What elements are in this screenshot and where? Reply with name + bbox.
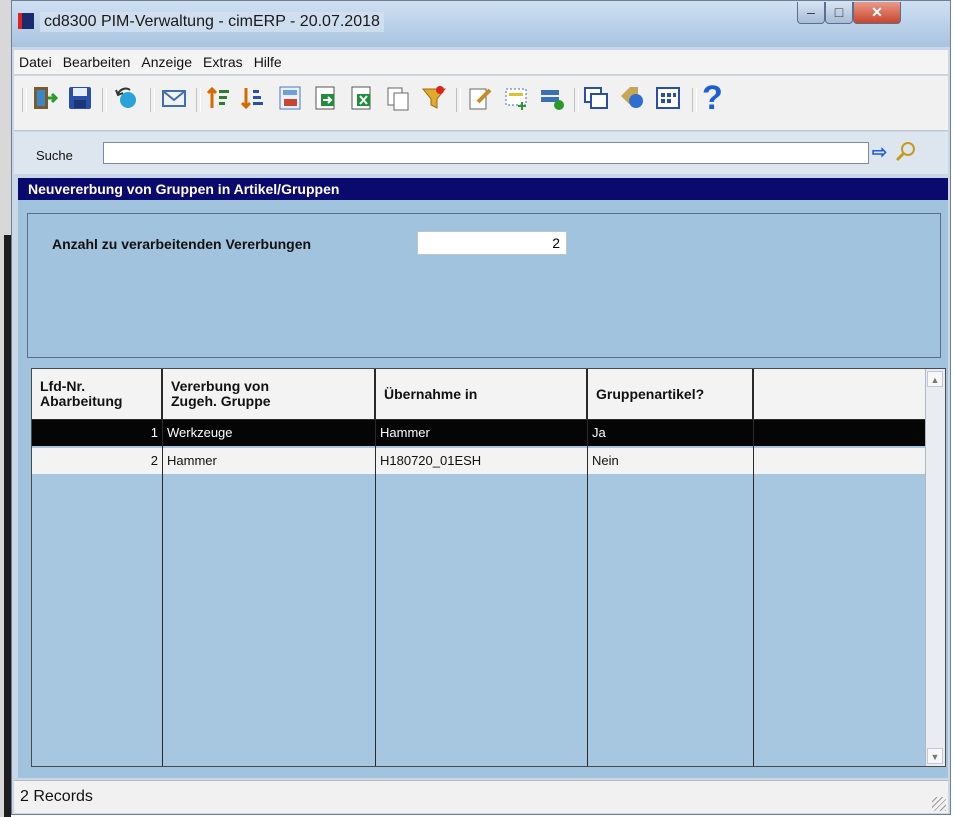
column-divider [162,419,163,766]
window-title: cd8300 PIM-Verwaltung - cimERP - 20.07.2… [40,12,384,32]
edit-icon[interactable] [466,84,494,112]
minimize-button[interactable]: – [797,2,825,24]
menu-datei[interactable]: Datei [14,50,58,70]
form-panel: Anzahl zu verarbeitenden Vererbungen [27,213,941,358]
menu-bar: Datei Bearbeiten Anzeige Extras Hilfe [14,50,948,75]
help-icon[interactable]: ? [702,79,730,117]
search-go-arrow-icon[interactable]: ⇨ [872,142,887,163]
search-magnifier-icon[interactable] [894,140,918,164]
scroll-down-icon[interactable]: ▼ [927,748,943,764]
column-header-empty[interactable] [754,369,928,419]
excel-icon[interactable] [348,84,376,112]
transfer-icon[interactable] [538,84,566,112]
maximize-button[interactable]: □ [825,2,853,24]
cell-gruppenartikel[interactable]: Ja [588,420,754,446]
windows-icon[interactable] [582,84,610,112]
status-bar: 2 Records [14,780,948,813]
toolbar-separator [196,88,201,112]
search-label: Suche [36,148,73,163]
selection-icon[interactable] [502,84,530,112]
cell-extra[interactable] [754,420,928,446]
background-strip [0,0,11,817]
toolbar-separator [102,88,107,112]
toolbar-separator [692,88,697,112]
resize-grip-icon[interactable] [932,797,946,811]
table-row[interactable]: 1 Werkzeuge Hammer Ja [32,420,926,446]
mail-icon[interactable] [160,84,188,112]
cell-gruppenartikel[interactable]: Nein [588,448,754,474]
sort-descending-icon[interactable] [238,84,266,112]
column-header-gruppenartikel[interactable]: Gruppenartikel? [588,369,754,419]
toolbar-separator [456,88,461,112]
tags-icon[interactable] [618,84,646,112]
record-count: 2 Records [20,788,93,805]
save-icon[interactable] [66,84,94,112]
background-shadow [4,235,11,817]
calculator-icon[interactable] [276,84,304,112]
count-field[interactable] [417,231,567,255]
copy-icon[interactable] [384,84,412,112]
inheritance-table: Lfd-Nr. Abarbeitung Vererbung von Zugeh.… [31,368,946,767]
app-window: cd8300 PIM-Verwaltung - cimERP - 20.07.2… [11,0,951,815]
search-input[interactable] [103,142,869,164]
cell-nr[interactable]: 2 [32,448,163,474]
rotate-icon[interactable] [112,84,140,112]
cell-uebernahme[interactable]: Hammer [376,420,588,446]
column-header-lfd-nr[interactable]: Lfd-Nr. Abarbeitung [32,369,163,419]
cell-gruppe[interactable]: Werkzeuge [163,420,376,446]
vertical-scrollbar[interactable]: ▲ ▼ [925,369,945,766]
column-header-uebernahme[interactable]: Übernahme in [376,369,588,419]
title-bar[interactable]: cd8300 PIM-Verwaltung - cimERP - 20.07.2… [12,1,950,47]
table-row[interactable]: 2 Hammer H180720_01ESH Nein [32,448,926,474]
exit-icon[interactable] [30,84,58,112]
toolbar-separator [150,88,155,112]
app-icon [18,13,34,29]
section-title: Neuvererbung von Gruppen in Artikel/Grup… [18,178,948,200]
menu-anzeige[interactable]: Anzeige [136,50,198,70]
toolbar-separator [22,88,27,112]
export-icon[interactable] [312,84,340,112]
sort-ascending-icon[interactable] [204,84,232,112]
menu-extras[interactable]: Extras [198,50,249,70]
cell-gruppe[interactable]: Hammer [163,448,376,474]
cell-extra[interactable] [754,448,928,474]
grid-icon[interactable] [654,84,682,112]
column-header-vererbung[interactable]: Vererbung von Zugeh. Gruppe [163,369,376,419]
menu-bearbeiten[interactable]: Bearbeiten [58,50,137,70]
cell-uebernahme[interactable]: H180720_01ESH [376,448,588,474]
menu-hilfe[interactable]: Hilfe [249,50,288,70]
table-header: Lfd-Nr. Abarbeitung Vererbung von Zugeh.… [32,369,926,420]
scroll-up-icon[interactable]: ▲ [927,371,943,387]
cell-nr[interactable]: 1 [32,420,163,446]
column-divider [587,419,588,766]
count-label: Anzahl zu verarbeitenden Vererbungen [52,236,312,252]
filter-icon[interactable] [420,84,448,112]
close-button[interactable]: ✕ [853,2,901,24]
column-divider [375,419,376,766]
search-bar: Suche ⇨ [14,132,948,174]
toolbar-separator [574,88,579,112]
column-divider [753,419,754,766]
toolbar: ? [14,76,948,131]
